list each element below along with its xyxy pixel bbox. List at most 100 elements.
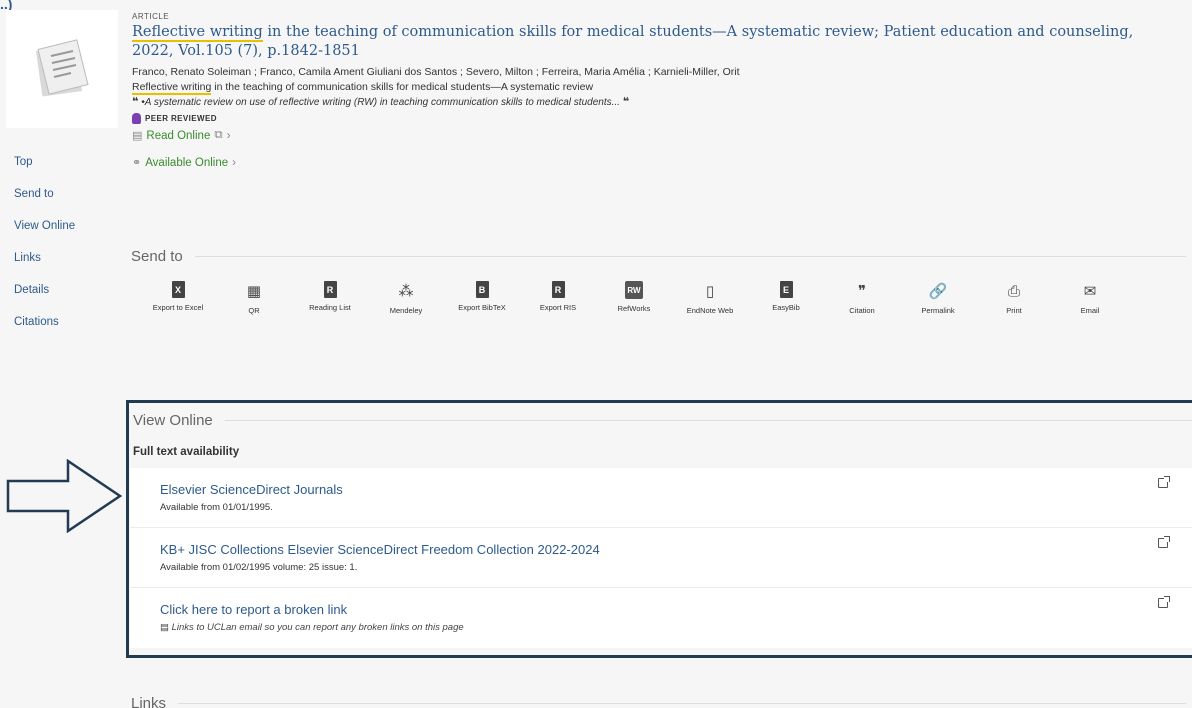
permalink-icon: 🔗 xyxy=(928,283,948,300)
send-to-print-button[interactable]: ⎙ Print xyxy=(976,281,1052,316)
mendeley-icon: ⁂ xyxy=(398,283,414,300)
read-online-link[interactable]: ▤ Read Online ⧉ › xyxy=(132,129,1172,142)
send-to-label: Citation xyxy=(849,306,875,315)
external-link-icon[interactable] xyxy=(1158,536,1170,548)
list-item[interactable]: Elsevier ScienceDirect Journals Availabl… xyxy=(130,468,1192,528)
service-link[interactable]: Elsevier ScienceDirect Journals xyxy=(160,482,1192,497)
subtitle-rest: in the teaching of communication skills … xyxy=(211,81,594,93)
quote-close-icon: ❝ xyxy=(622,96,630,108)
send-to-permalink-button[interactable]: 🔗 Permalink xyxy=(900,281,976,315)
send-to-label: EndNote Web xyxy=(686,306,734,315)
send-to-label: RefWorks xyxy=(617,304,651,313)
side-nav-send-to[interactable]: Send to xyxy=(14,187,75,219)
send-to-title: Send to xyxy=(131,248,183,265)
pdf-icon: ▤ xyxy=(132,130,143,142)
service-detail: Available from 01/01/1995. xyxy=(160,502,273,513)
title-rest[interactable]: in the teaching of communication skills … xyxy=(263,24,1133,40)
corner-fragment: ..) xyxy=(0,0,13,12)
external-link-icon[interactable] xyxy=(1158,476,1170,488)
pointer-arrow-icon xyxy=(6,459,123,533)
side-nav: Top Send to View Online Links Details Ci… xyxy=(14,155,75,347)
chevron-right-icon: › xyxy=(226,129,231,142)
list-item[interactable]: Click here to report a broken link ▤ Lin… xyxy=(130,588,1192,648)
list-item[interactable]: KB+ JISC Collections Elsevier ScienceDir… xyxy=(130,528,1192,588)
send-to-email-button[interactable]: ✉ Email xyxy=(1052,281,1128,315)
side-nav-details[interactable]: Details xyxy=(14,283,75,315)
links-heading: Links xyxy=(131,695,1186,708)
record-details: ARTICLE Reflective writing in the teachi… xyxy=(132,12,1172,169)
send-to-label: Permalink xyxy=(921,306,955,315)
send-to-label: Mendeley xyxy=(389,306,423,315)
view-online-section: View Online Full text availability Elsev… xyxy=(126,400,1192,658)
available-online-label[interactable]: Available Online xyxy=(145,157,228,169)
full-text-list: Elsevier ScienceDirect Journals Availabl… xyxy=(130,468,1192,648)
send-to-reading-list-button[interactable]: R Reading List xyxy=(292,281,368,315)
broken-link-note: Links to UCLan email so you can report a… xyxy=(171,622,464,633)
bibtex-icon: B xyxy=(475,281,489,298)
record-title[interactable]: Reflective writing in the teaching of co… xyxy=(132,23,1172,61)
send-to-label: Print xyxy=(1006,306,1022,315)
easybib-icon: E xyxy=(779,281,793,298)
send-to-label: QR xyxy=(248,306,260,315)
send-to-qr-button[interactable]: ▦ QR xyxy=(216,281,292,315)
available-online-link[interactable]: ⚭ Available Online › xyxy=(132,156,1172,170)
links-title: Links xyxy=(131,695,167,708)
service-link[interactable]: KB+ JISC Collections Elsevier ScienceDir… xyxy=(160,542,1192,557)
reading-list-icon: R xyxy=(323,281,337,298)
peer-reviewed-icon xyxy=(132,113,141,124)
subtitle-highlight: Reflective writing xyxy=(132,81,212,95)
send-to-label: Export RIS xyxy=(539,303,577,312)
side-nav-view-online[interactable]: View Online xyxy=(14,219,75,251)
side-nav-links[interactable]: Links xyxy=(14,251,75,283)
peer-reviewed-badge: PEER REVIEWED xyxy=(132,113,1172,124)
send-to-tools: X Export to Excel ▦ QR R Reading List ⁂ Mendele… xyxy=(140,281,1130,315)
quote-open-icon: ❝ xyxy=(132,96,139,108)
refworks-icon: RW xyxy=(625,281,643,299)
send-to-ris-button[interactable]: R Export RIS xyxy=(520,281,596,315)
send-to-label: EasyBib xyxy=(772,303,800,312)
record-type: ARTICLE xyxy=(132,12,170,21)
report-broken-link[interactable]: Click here to report a broken link xyxy=(160,602,1192,617)
view-online-title: View Online xyxy=(133,412,213,429)
send-to-citation-button[interactable]: ❞ Citation xyxy=(824,281,900,315)
send-to-easybib-button[interactable]: E EasyBib xyxy=(748,281,824,315)
peer-reviewed-label: PEER REVIEWED xyxy=(145,114,217,123)
qr-icon: ▦ xyxy=(246,283,262,300)
send-to-refworks-button[interactable]: RW RefWorks xyxy=(596,281,672,315)
record-subtitle: Reflective writing in the teaching of co… xyxy=(132,80,1172,95)
send-to-endnote-button[interactable]: ▯ EndNote Web xyxy=(672,281,748,315)
record-authors: Franco, Renato Soleiman ; Franco, Camila… xyxy=(132,66,740,78)
external-link-icon[interactable] xyxy=(1158,596,1170,608)
title-highlight[interactable]: Reflective writing xyxy=(132,24,263,42)
chevron-right-icon: › xyxy=(232,156,236,169)
snippet-text: •A systematic review on use of reflectiv… xyxy=(141,97,620,108)
divider xyxy=(178,703,1186,704)
service-detail: ▤ Links to UCLan email so you can report… xyxy=(160,622,1192,633)
side-nav-citations[interactable]: Citations xyxy=(14,315,75,347)
send-to-mendeley-button[interactable]: ⁂ Mendeley xyxy=(368,281,444,315)
full-text-availability-label: Full text availability xyxy=(133,446,240,458)
link-icon: ⚭ xyxy=(132,157,142,169)
divider xyxy=(224,420,1192,421)
send-to-label: Export BibTeX xyxy=(458,303,506,312)
send-to-excel-button[interactable]: X Export to Excel xyxy=(140,281,216,315)
endnote-icon: ▯ xyxy=(705,283,715,300)
service-detail: Available from 01/02/1995 volume: 25 iss… xyxy=(160,562,358,573)
email-icon: ✉ xyxy=(1083,283,1097,300)
view-online-heading: View Online xyxy=(133,412,1192,429)
citation-icon: ❞ xyxy=(857,283,867,300)
document-icon xyxy=(35,39,89,97)
send-to-label: Reading List xyxy=(309,303,351,312)
external-link-icon: ⧉ xyxy=(214,129,223,141)
send-to-label: Email xyxy=(1080,306,1100,315)
side-nav-top[interactable]: Top xyxy=(14,155,75,187)
record-thumbnail xyxy=(6,10,118,128)
record-snippet: ❝ •A systematic review on use of reflect… xyxy=(132,95,1172,110)
send-to-heading: Send to xyxy=(131,248,1186,265)
send-to-bibtex-button[interactable]: B Export BibTeX xyxy=(444,281,520,315)
send-to-label: Export to Excel xyxy=(152,303,204,312)
print-icon: ⎙ xyxy=(1007,282,1020,300)
title-source[interactable]: 2022, Vol.105 (7), p.1842-1851 xyxy=(132,43,360,59)
read-online-label[interactable]: Read Online xyxy=(146,130,210,142)
divider xyxy=(194,256,1186,257)
